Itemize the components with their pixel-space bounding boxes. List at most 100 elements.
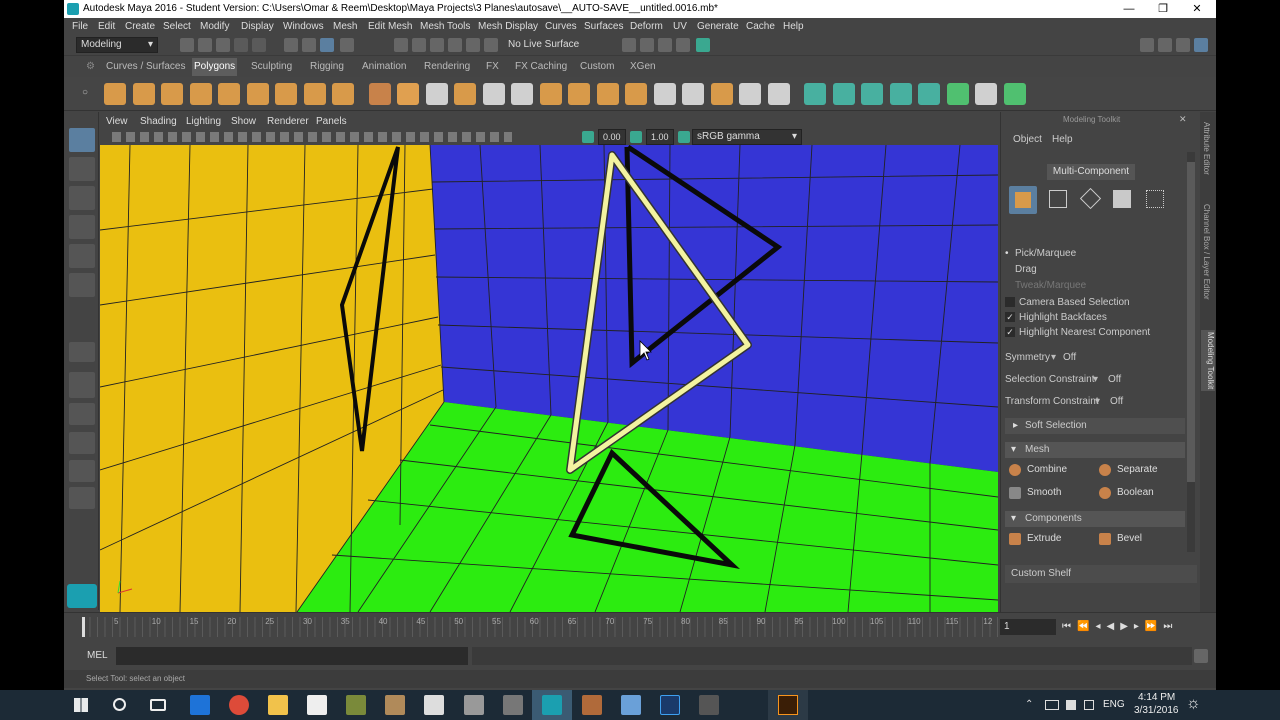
viewport-menu-shading[interactable]: Shading xyxy=(140,114,177,129)
shelf-tool-icon[interactable] xyxy=(482,83,505,105)
panel-scrollbar[interactable] xyxy=(1187,152,1195,552)
menu-mesh[interactable]: Mesh xyxy=(333,18,357,35)
app-icon-2[interactable] xyxy=(385,695,405,715)
tab-attribute-editor[interactable]: Attribute Editor xyxy=(1202,122,1211,175)
time-slider[interactable]: 5 10 15 20 25 30 35 40 45 50 55 60 65 70 75 80 85 90 95 100… xyxy=(64,612,1216,640)
edge-mode-icon[interactable] xyxy=(1079,187,1102,210)
toggle-modeling-toolkit-icon[interactable] xyxy=(1194,38,1208,52)
snap-grid-icon[interactable] xyxy=(394,38,408,52)
shelf-tool-icon[interactable] xyxy=(832,83,855,105)
action-center-icon[interactable]: ☼ xyxy=(1186,695,1201,713)
step-forward-key-icon[interactable]: ⏩ xyxy=(1145,621,1163,632)
photoshop-icon[interactable] xyxy=(660,695,680,715)
shelf-tool-icon[interactable] xyxy=(275,83,297,105)
close-button[interactable]: ✕ xyxy=(1180,0,1214,18)
shelf-tool-icon[interactable] xyxy=(454,83,476,105)
toolkit-menu-object[interactable]: Object xyxy=(1013,134,1042,145)
select-by-component-icon[interactable] xyxy=(320,38,334,52)
camera-based-selection-checkbox[interactable]: Camera Based Selection xyxy=(1001,296,1191,310)
shelf-tool-icon[interactable] xyxy=(189,83,212,105)
face-mode-icon[interactable] xyxy=(1113,190,1131,208)
menuset-dropdown[interactable]: Modeling ▾ xyxy=(76,37,158,53)
start-button-icon[interactable] xyxy=(74,698,88,712)
shelf-tool-icon[interactable] xyxy=(397,83,419,105)
rotate-tool-icon[interactable] xyxy=(69,244,95,268)
panel-close-icon[interactable]: ✕ xyxy=(1179,114,1187,125)
tab-fx[interactable]: FX xyxy=(484,58,501,76)
app-icon-1[interactable] xyxy=(346,695,366,715)
outliner-layout-icon[interactable] xyxy=(69,487,95,509)
near-clip-field[interactable]: 0.00 xyxy=(598,129,626,145)
shelf-tool-icon[interactable] xyxy=(889,83,912,105)
menu-uv[interactable]: UV xyxy=(673,18,687,35)
toolkit-menu-help[interactable]: Help xyxy=(1052,134,1073,145)
select-tool-icon[interactable] xyxy=(69,128,95,152)
custom-shelf-bar[interactable]: Custom Shelf xyxy=(1005,565,1197,583)
file-explorer-icon[interactable] xyxy=(268,695,288,715)
boolean-button[interactable]: Boolean xyxy=(1095,483,1181,503)
menu-file[interactable]: File xyxy=(72,18,88,35)
shelf-tool-icon[interactable] xyxy=(739,83,761,105)
components-section[interactable]: ▾ Components xyxy=(1005,511,1185,527)
render-view-icon[interactable] xyxy=(696,38,710,52)
hypershade-icon[interactable] xyxy=(676,38,690,52)
hypershade-layout-icon[interactable] xyxy=(69,460,95,482)
chevron-down-icon[interactable]: ▾ xyxy=(1093,374,1098,385)
menu-display[interactable]: Display xyxy=(241,18,274,35)
highlight-backfaces-checkbox[interactable]: ✓ Highlight Backfaces xyxy=(1001,311,1191,325)
viewport-menu-view[interactable]: View xyxy=(106,114,128,129)
menu-mesh-display[interactable]: Mesh Display xyxy=(478,18,538,35)
toggle-attribute-editor-icon[interactable] xyxy=(1140,38,1154,52)
shelf-tool-icon[interactable] xyxy=(861,83,883,105)
tab-rendering[interactable]: Rendering xyxy=(422,58,472,76)
transform-constraint-value[interactable]: Off xyxy=(1110,396,1123,407)
snap-view-plane-icon[interactable] xyxy=(448,38,462,52)
menu-create[interactable]: Create xyxy=(125,18,155,35)
separate-button[interactable]: Separate xyxy=(1095,460,1181,480)
maya-taskbar-button[interactable] xyxy=(532,690,572,720)
highlight-nearest-checkbox[interactable]: ✓ Highlight Nearest Component xyxy=(1001,326,1191,340)
shelf-tool-icon[interactable] xyxy=(246,83,269,105)
tweak-marquee-option[interactable]: Tweak/Marquee xyxy=(1015,280,1086,292)
script-editor-icon[interactable] xyxy=(1194,649,1208,663)
tab-animation[interactable]: Animation xyxy=(360,58,408,76)
snap-surface-icon[interactable] xyxy=(466,38,480,52)
new-scene-icon[interactable] xyxy=(180,38,194,52)
object-mode-icon[interactable] xyxy=(1009,186,1037,214)
viewport-menu-show[interactable]: Show xyxy=(231,114,256,129)
tab-polygons[interactable]: Polygons xyxy=(192,58,238,76)
app-icon-7[interactable] xyxy=(621,695,641,715)
shelf-tool-icon[interactable] xyxy=(946,83,969,105)
tab-xgen[interactable]: XGen xyxy=(628,58,658,76)
task-view-icon[interactable] xyxy=(150,699,166,711)
shelf-tool-icon[interactable] xyxy=(425,83,448,105)
clock-date[interactable]: 3/31/2016 xyxy=(1134,705,1179,716)
select-by-hierarchy-icon[interactable] xyxy=(284,38,298,52)
chevron-down-icon[interactable]: ▾ xyxy=(1051,352,1056,363)
move-tool-icon[interactable] xyxy=(69,215,95,239)
soft-selection-section[interactable]: ▸ Soft Selection xyxy=(1005,418,1185,434)
tab-modeling-toolkit[interactable]: Modeling Toolkit xyxy=(1201,330,1215,392)
tray-chevron-up-icon[interactable]: ⌃ xyxy=(1025,699,1033,710)
menu-generate[interactable]: Generate xyxy=(697,18,739,35)
play-forward-icon[interactable]: ▶ xyxy=(1120,621,1134,632)
perspective-viewport[interactable] xyxy=(100,145,998,612)
shelf-tool-icon[interactable] xyxy=(218,83,240,105)
menu-mesh-tools[interactable]: Mesh Tools xyxy=(420,18,470,35)
app-icon-4[interactable] xyxy=(464,695,484,715)
clock-time[interactable]: 4:14 PM xyxy=(1138,692,1175,703)
viewport-panel-icons[interactable] xyxy=(112,132,512,142)
undo-icon[interactable] xyxy=(234,38,248,52)
symmetry-value[interactable]: Off xyxy=(1063,352,1076,363)
app-icon-6[interactable] xyxy=(582,695,602,715)
menu-deform[interactable]: Deform xyxy=(630,18,663,35)
vertex-mode-icon[interactable] xyxy=(1049,190,1067,208)
selection-mask-icon[interactable] xyxy=(340,38,354,52)
maximize-button[interactable]: ❐ xyxy=(1146,0,1180,18)
menu-select[interactable]: Select xyxy=(163,18,191,35)
go-to-start-icon[interactable]: ⏮ xyxy=(1062,621,1077,632)
shelf-tool-icon[interactable] xyxy=(804,83,826,105)
extrude-button[interactable]: Extrude xyxy=(1005,529,1091,549)
shelf-tool-icon[interactable] xyxy=(975,83,997,105)
shelf-tool-icon[interactable] xyxy=(767,83,790,105)
